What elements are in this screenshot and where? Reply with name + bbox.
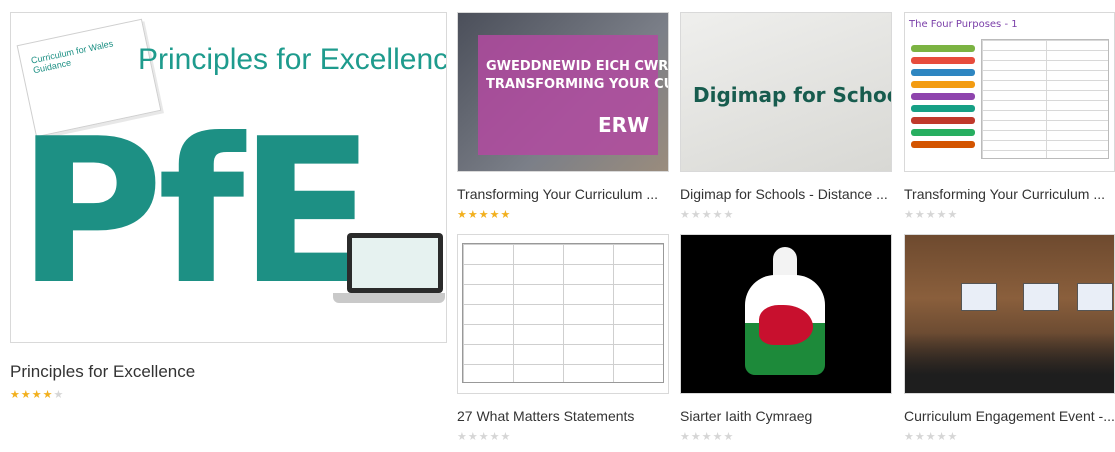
rating-stars: ★★★★★ <box>680 432 734 443</box>
worksheet-table <box>981 39 1109 159</box>
star-icon: ★ <box>947 431 959 443</box>
title-overlay <box>478 35 658 155</box>
presentation-screen <box>1077 283 1113 311</box>
star-icon: ★ <box>457 209 468 221</box>
resource-card[interactable]: Siarter Iaith Cymraeg ★★★★★ <box>680 234 892 444</box>
star-icon: ★ <box>467 431 479 443</box>
star-icon: ★ <box>500 431 512 443</box>
resource-title[interactable]: Curriculum Engagement Event -... <box>904 408 1115 424</box>
star-icon: ★ <box>723 431 735 443</box>
resource-card[interactable]: GWEDDNEWID EICH CWRICWLWM TRANSFORMING Y… <box>457 12 669 222</box>
star-icon: ★ <box>701 209 713 221</box>
star-icon: ★ <box>690 209 702 221</box>
resource-thumbnail[interactable] <box>457 234 669 394</box>
star-icon: ★ <box>489 209 501 221</box>
book-cover-text: Curriculum for Wales Guidance <box>30 38 115 76</box>
thumbnail-heading: Principles for Excellence <box>138 43 447 76</box>
rating-stars: ★★★★★ <box>904 210 958 221</box>
star-icon: ★ <box>723 209 735 221</box>
thumbnail-text: Digimap for Schools <box>693 83 891 107</box>
thumbnail-text: The Four Purposes - 1 <box>909 19 1018 30</box>
star-icon: ★ <box>914 209 926 221</box>
erw-logo: ERW <box>598 113 650 137</box>
resource-thumbnail[interactable]: GWEDDNEWID EICH CWRICWLWM TRANSFORMING Y… <box>457 12 669 172</box>
star-icon: ★ <box>500 209 512 221</box>
rating-stars: ★★★★★ <box>680 210 734 221</box>
resource-title[interactable]: Principles for Excellence <box>10 362 447 382</box>
star-icon: ★ <box>10 389 21 401</box>
resource-card[interactable]: 27 What Matters Statements ★★★★★ <box>457 234 669 444</box>
star-icon: ★ <box>914 431 926 443</box>
resource-thumbnail[interactable]: Curriculum for Wales Guidance Principles… <box>10 12 447 343</box>
thumbnail-text-english: TRANSFORMING YOUR CURRICULUM <box>486 77 668 92</box>
star-icon: ★ <box>42 389 54 401</box>
star-icon: ★ <box>31 389 43 401</box>
star-icon: ★ <box>925 209 937 221</box>
laptop-image <box>347 233 443 293</box>
resource-title[interactable]: Transforming Your Curriculum ... <box>904 186 1115 202</box>
star-icon: ★ <box>478 431 490 443</box>
red-dragon-icon <box>759 305 813 345</box>
star-icon: ★ <box>20 389 32 401</box>
resource-card[interactable]: Curriculum Engagement Event -... ★★★★★ <box>904 234 1115 444</box>
star-icon: ★ <box>904 431 915 443</box>
star-icon: ★ <box>467 209 479 221</box>
rating-stars: ★★★★★ <box>457 432 511 443</box>
star-icon: ★ <box>680 209 691 221</box>
star-icon: ★ <box>701 431 713 443</box>
resource-card-featured[interactable]: Curriculum for Wales Guidance Principles… <box>10 12 447 407</box>
laptop-base <box>333 293 445 303</box>
resource-title[interactable]: Transforming Your Curriculum ... <box>457 186 669 202</box>
rating-stars: ★★★★★ <box>457 210 511 221</box>
resource-card[interactable]: The Four Purposes - 1 Transforming Your … <box>904 12 1115 222</box>
star-icon: ★ <box>712 431 724 443</box>
star-icon: ★ <box>457 431 468 443</box>
resource-thumbnail[interactable]: Digimap for Schools <box>680 12 892 172</box>
star-icon: ★ <box>489 431 501 443</box>
star-icon: ★ <box>947 209 959 221</box>
resource-title[interactable]: Siarter Iaith Cymraeg <box>680 408 892 424</box>
star-icon: ★ <box>936 431 948 443</box>
star-icon: ★ <box>904 209 915 221</box>
resource-thumbnail[interactable] <box>904 234 1115 394</box>
star-icon: ★ <box>680 431 691 443</box>
rating-stars: ★★★★★ <box>904 432 958 443</box>
audience <box>905 333 1114 393</box>
thumbnail-text-welsh: GWEDDNEWID EICH CWRICWLWM <box>486 59 669 74</box>
resource-card[interactable]: Digimap for Schools Digimap for Schools … <box>680 12 892 222</box>
star-icon: ★ <box>53 389 65 401</box>
rating-stars: ★★★★★ <box>10 390 64 401</box>
pfe-logo-letters: PfE <box>17 96 375 329</box>
resource-title[interactable]: Digimap for Schools - Distance ... <box>680 186 892 202</box>
resource-thumbnail[interactable]: The Four Purposes - 1 <box>904 12 1115 172</box>
resource-title[interactable]: 27 What Matters Statements <box>457 408 669 424</box>
statements-table <box>462 243 664 383</box>
star-icon: ★ <box>936 209 948 221</box>
presentation-screen <box>961 283 997 311</box>
presentation-screen <box>1023 283 1059 311</box>
star-icon: ★ <box>478 209 490 221</box>
resource-thumbnail[interactable] <box>680 234 892 394</box>
star-icon: ★ <box>712 209 724 221</box>
star-icon: ★ <box>690 431 702 443</box>
star-icon: ★ <box>925 431 937 443</box>
